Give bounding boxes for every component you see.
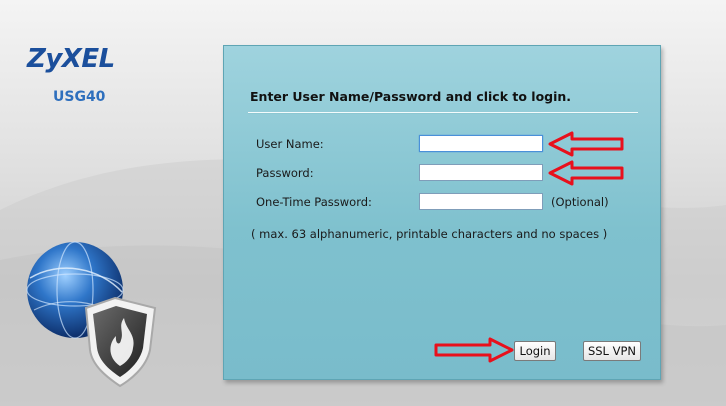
- shield-flame-icon: [84, 296, 157, 388]
- device-model: USG40: [53, 89, 106, 105]
- brand-logo: ZyXEL: [27, 44, 115, 74]
- brand-name: ZyXEL: [27, 44, 115, 74]
- globe-icon: [26, 241, 157, 388]
- globe-shield-graphic: [20, 240, 170, 390]
- otp-label: One-Time Password:: [256, 195, 372, 209]
- otp-optional-note: (Optional): [551, 195, 609, 209]
- password-hint: ( max. 63 alphanumeric, printable charac…: [251, 227, 608, 241]
- red-arrow-login: [434, 337, 514, 363]
- ssl-vpn-button[interactable]: SSL VPN: [583, 341, 641, 361]
- red-arrow-password: [548, 160, 624, 186]
- username-input[interactable]: [419, 135, 543, 152]
- login-button[interactable]: Login: [514, 341, 556, 361]
- password-input[interactable]: [419, 164, 543, 181]
- title-divider: [248, 112, 638, 114]
- password-label: Password:: [256, 166, 314, 180]
- login-title: Enter User Name/Password and click to lo…: [250, 89, 572, 104]
- otp-input[interactable]: [419, 193, 543, 210]
- red-arrow-username: [548, 131, 624, 157]
- username-label: User Name:: [256, 137, 324, 151]
- login-panel: Enter User Name/Password and click to lo…: [223, 45, 661, 380]
